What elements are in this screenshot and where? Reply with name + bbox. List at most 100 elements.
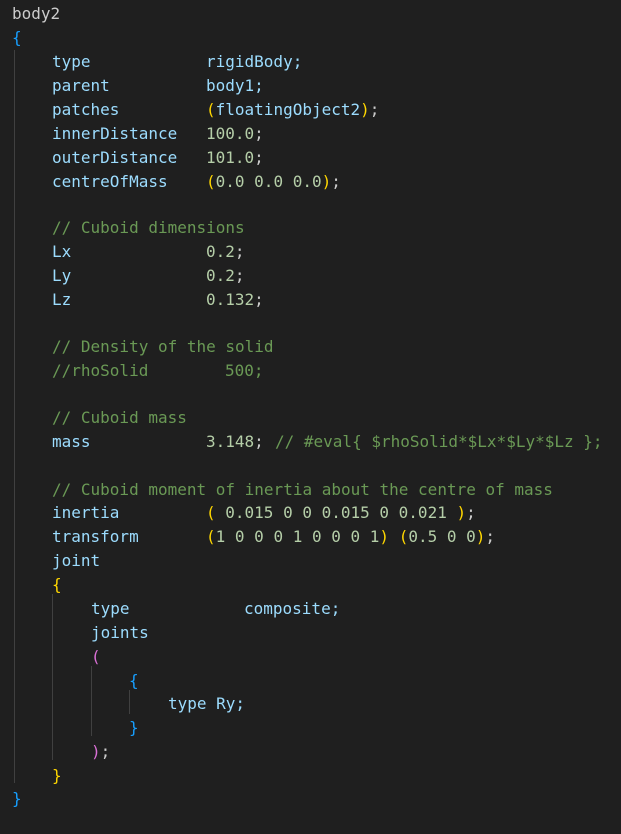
semicolon: ; xyxy=(369,100,380,119)
code-line: { xyxy=(0,669,139,693)
open-brace: { xyxy=(12,28,22,47)
open-paren: ( xyxy=(206,527,216,546)
value-lx: 0.2 xyxy=(206,242,235,261)
joints-open-paren: ( xyxy=(91,647,101,666)
open-paren: ( xyxy=(206,100,216,119)
code-line: // Cuboid dimensions xyxy=(0,216,245,240)
semicolon: ; xyxy=(466,503,476,522)
key-lz: Lz xyxy=(52,290,72,309)
code-line: patches (floatingObject2); xyxy=(0,98,379,122)
semicolon: ; xyxy=(234,266,245,285)
key-patches: patches xyxy=(52,100,120,119)
value-ly: 0.2 xyxy=(206,266,235,285)
code-line: //rhoSolid 500; xyxy=(0,359,264,383)
semicolon: ; xyxy=(234,242,245,261)
key-ly: Ly xyxy=(52,266,72,285)
code-line: // Density of the solid xyxy=(0,335,274,359)
code-line: transform (1 0 0 0 1 0 0 0 1) (0.5 0 0); xyxy=(0,525,495,549)
joint-open-brace: { xyxy=(52,575,62,594)
key-inner-distance: innerDistance xyxy=(52,124,178,143)
code-line: // Cuboid moment of inertia about the ce… xyxy=(0,478,553,502)
semicolon: ; xyxy=(254,124,264,143)
semicolon: ; xyxy=(254,290,264,309)
comment-density: // Density of the solid xyxy=(52,337,274,356)
close-paren: ) xyxy=(321,172,332,191)
semicolon: ; xyxy=(254,148,264,167)
code-line: { xyxy=(0,26,39,50)
code-line: joints xyxy=(0,621,149,645)
mass-expr: 3.148; xyxy=(206,430,264,454)
joints-close-paren: ) xyxy=(91,742,101,761)
value-type: rigidBody; xyxy=(206,52,303,71)
key-mass: mass xyxy=(52,432,91,451)
lx-expr: 0.2; xyxy=(206,240,245,264)
code-line: inertia ( 0.015 0 0 0.015 0 0.021 ); xyxy=(0,501,476,525)
code-line: } xyxy=(0,787,39,811)
comment-mass-eval: // #eval{ $rhoSolid*$Lx*$Ly*$Lz }; xyxy=(275,432,603,451)
joints-close-expr: ); xyxy=(91,740,110,764)
code-line: Lz 0.132; xyxy=(0,288,264,312)
semicolon: ; xyxy=(485,527,496,546)
close-paren: ) xyxy=(475,527,486,546)
close-brace: } xyxy=(12,789,22,808)
code-line: // Cuboid mass xyxy=(0,406,187,430)
joint-close-brace: } xyxy=(52,766,62,785)
outer-distance-expr: 101.0; xyxy=(206,146,264,170)
code-line: type rigidBody; xyxy=(0,50,302,74)
code-line: centreOfMass (0.0 0.0 0.0); xyxy=(0,170,341,194)
transform-expr: (1 0 0 0 1 0 0 0 1) (0.5 0 0); xyxy=(206,525,495,549)
key-type: type xyxy=(52,52,91,71)
value-mass: 3.148 xyxy=(206,432,255,451)
block-name: body2 xyxy=(12,4,61,23)
code-line: Lx 0.2; xyxy=(0,240,245,264)
code-line: type composite; xyxy=(0,597,340,621)
key-joint-type: type xyxy=(91,599,130,618)
ly-expr: 0.2; xyxy=(206,264,245,288)
comment-dimensions: // Cuboid dimensions xyxy=(52,218,245,237)
value-inertia: 0.015 0 0 0.015 0 0.021 xyxy=(215,503,457,522)
key-parent: parent xyxy=(52,76,110,95)
open-paren: ( xyxy=(206,172,216,191)
value-parent: body1; xyxy=(206,76,264,95)
value-transform-matrix: 1 0 0 0 1 0 0 0 1 xyxy=(215,527,380,546)
inner-distance-expr: 100.0; xyxy=(206,122,264,146)
patches-expr: (floatingObject2); xyxy=(206,98,379,122)
close-paren: ) xyxy=(360,100,370,119)
key-lx: Lx xyxy=(52,242,72,261)
code-line: joint xyxy=(0,549,100,573)
key-inertia: inertia xyxy=(52,503,120,522)
value-transform-vector: 0.5 0 0 xyxy=(408,527,476,546)
indent-guide-level4 xyxy=(129,690,130,714)
joints-item-type: type Ry; xyxy=(168,694,246,713)
value-centre-of-mass: 0.0 0.0 0.0 xyxy=(215,172,322,191)
code-line: } xyxy=(0,764,62,788)
code-line: } xyxy=(0,716,139,740)
code-line: ( xyxy=(0,645,101,669)
lz-expr: 0.132; xyxy=(206,288,264,312)
code-line: type Ry; xyxy=(0,692,245,716)
indent-guide-level3 xyxy=(91,666,92,736)
value-outer-distance: 101.0 xyxy=(206,148,255,167)
code-line: Ly 0.2; xyxy=(0,264,245,288)
code-line: { xyxy=(0,573,62,597)
joints-item-close-brace: } xyxy=(129,718,139,737)
value-patches: floatingObject2 xyxy=(215,100,361,119)
close-paren: ) xyxy=(456,503,467,522)
code-line: ); xyxy=(0,740,110,764)
code-line: outerDistance 101.0; xyxy=(0,146,264,170)
code-editor[interactable]: body2 { type rigidBody; parent body1; pa… xyxy=(0,0,621,834)
value-lz: 0.132 xyxy=(206,290,255,309)
joints-item-open-brace: { xyxy=(129,671,139,690)
key-joints: joints xyxy=(91,623,149,642)
value-joint-type: composite; xyxy=(244,599,341,618)
indent-guide-level2 xyxy=(52,594,53,760)
comment-mass: // Cuboid mass xyxy=(52,408,187,427)
key-transform: transform xyxy=(52,527,139,546)
close-paren: ) xyxy=(379,527,390,546)
code-line: body2 xyxy=(0,2,60,26)
key-centre-of-mass: centreOfMass xyxy=(52,172,168,191)
semicolon: ; xyxy=(100,742,111,761)
code-line: innerDistance 100.0; xyxy=(0,122,264,146)
key-outer-distance: outerDistance xyxy=(52,148,178,167)
comment-rho-solid-key: //rhoSolid xyxy=(52,361,149,380)
